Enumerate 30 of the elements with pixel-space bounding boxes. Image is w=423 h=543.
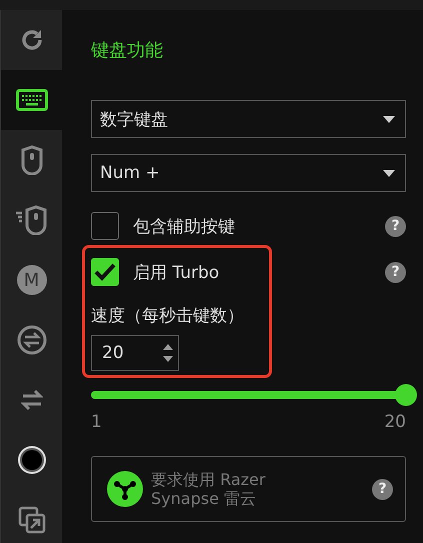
help-icon[interactable]: ? bbox=[372, 478, 393, 500]
slider-max-label: 20 bbox=[384, 412, 406, 432]
mouse-fast-icon bbox=[16, 205, 48, 235]
dropdown[interactable]: 数字键盘 bbox=[91, 100, 406, 138]
help-icon[interactable]: ? bbox=[385, 262, 406, 282]
notice-text: 要求使用 Razer Synapse 雷云 bbox=[151, 470, 266, 508]
synapse-logo-icon bbox=[107, 471, 143, 507]
checkbox[interactable] bbox=[91, 258, 119, 286]
macro-icon: M bbox=[16, 265, 46, 295]
audio-jack-icon bbox=[16, 445, 46, 475]
section-title: 键盘功能 bbox=[91, 39, 164, 63]
speed-slider[interactable] bbox=[91, 384, 417, 406]
mouse-icon bbox=[20, 145, 44, 175]
external-window-icon bbox=[18, 506, 46, 534]
dropdown[interactable]: Num + bbox=[91, 154, 406, 192]
number-field[interactable]: 20 bbox=[91, 335, 179, 371]
option-label: 启用 Turbo bbox=[133, 262, 220, 284]
keyboard-icon bbox=[16, 89, 48, 111]
spinner-arrows-icon bbox=[162, 343, 174, 363]
slider-thumb[interactable] bbox=[395, 384, 417, 406]
dropdown-arrow-icon bbox=[383, 170, 395, 176]
dropdown-arrow-icon bbox=[383, 116, 395, 122]
help-icon[interactable]: ? bbox=[385, 216, 406, 236]
speed-label: 速度（每秒击键数） bbox=[91, 305, 245, 327]
sidebar-item[interactable] bbox=[1, 70, 62, 130]
checkbox[interactable] bbox=[91, 212, 119, 240]
slider-min-label: 1 bbox=[91, 412, 102, 432]
swap-circle-icon bbox=[16, 325, 46, 355]
option-label: 包含辅助按键 bbox=[133, 216, 236, 238]
swap-icon bbox=[20, 390, 42, 410]
